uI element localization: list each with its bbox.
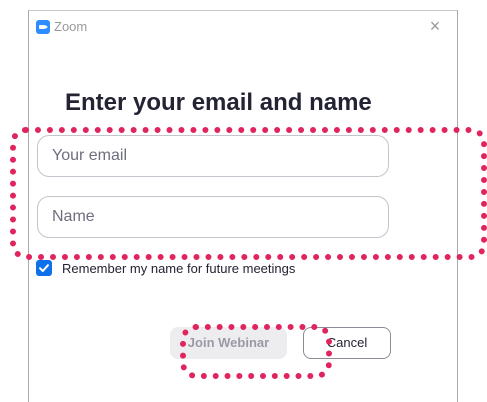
cancel-button[interactable]: Cancel xyxy=(303,327,391,359)
window-title: Zoom xyxy=(54,19,88,34)
remember-name-option[interactable]: Remember my name for future meetings xyxy=(36,259,295,277)
zoom-camera-icon xyxy=(36,20,50,34)
dialog-heading: Enter your email and name xyxy=(65,89,372,116)
checkmark-icon xyxy=(39,264,49,272)
join-webinar-button[interactable]: Join Webinar xyxy=(170,327,287,359)
remember-label: Remember my name for future meetings xyxy=(62,260,296,276)
remember-checkbox[interactable] xyxy=(36,260,52,276)
email-field[interactable] xyxy=(37,135,389,177)
screenshot-stage: Zoom × Enter your email and name Remembe… xyxy=(0,0,487,402)
name-field[interactable] xyxy=(37,196,389,238)
close-icon[interactable]: × xyxy=(425,16,445,36)
title-bar: Zoom × xyxy=(29,11,457,41)
